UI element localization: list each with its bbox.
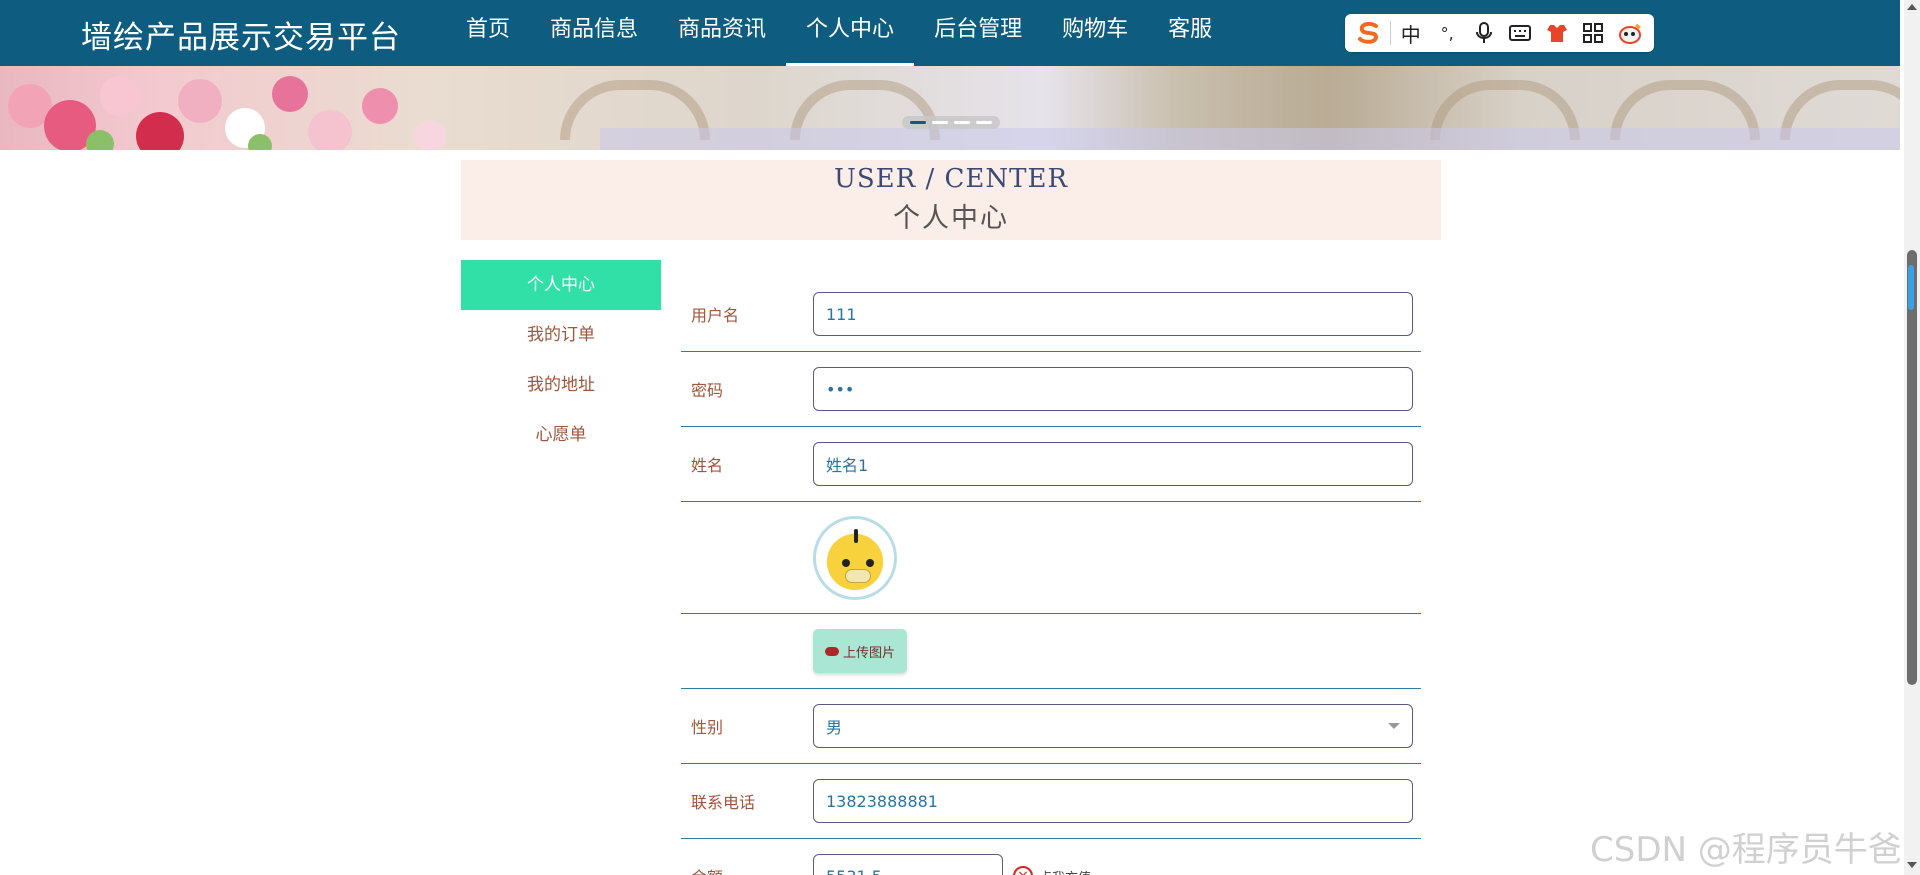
carousel-indicators [902,116,1000,129]
nav-item-admin[interactable]: 后台管理 [914,0,1042,66]
side-menu: 个人中心 我的订单 我的地址 心愿单 [461,260,661,460]
scroll-down-icon[interactable] [1907,862,1917,868]
form-row-name: 姓名 [681,427,1421,502]
form-row-upload: 上传图片 [681,614,1421,689]
phone-label: 联系电话 [691,793,756,812]
nav-item-home[interactable]: 首页 [446,0,530,66]
nav-item-user-center[interactable]: 个人中心 [786,0,915,66]
upload-button-label: 上传图片 [842,645,895,661]
nav-item-news[interactable]: 商品资讯 [658,0,786,66]
username-label: 用户名 [691,306,740,325]
phone-input[interactable] [813,779,1413,823]
scrollbar-highlight [1908,265,1914,310]
balance-input[interactable] [813,854,1003,875]
logo-icon[interactable] [1353,18,1386,48]
main-nav: 首页 商品信息 商品资讯 个人中心 后台管理 购物车 客服 [446,0,1232,66]
toolbar-divider [1389,21,1391,45]
duck-eye [866,558,874,567]
duck-eye [842,558,850,567]
side-item-user-center[interactable]: 个人中心 [461,260,661,310]
cloud-upload-icon [824,646,839,656]
password-input[interactable]: ••• [813,367,1413,411]
gender-value: 男 [826,718,843,737]
side-item-wishlist[interactable]: 心愿单 [461,410,661,460]
profile-form: 用户名 密码 ••• 姓名 上传图片 性别 男 联系电话 [681,277,1421,875]
nav-item-products[interactable]: 商品信息 [530,0,658,66]
upload-image-button[interactable]: 上传图片 [813,629,907,673]
form-row-password: 密码 ••• [681,352,1421,427]
watermark: CSDN @程序员牛爸 [1590,830,1902,870]
form-row-phone: 联系电话 [681,764,1421,839]
name-input[interactable] [813,442,1413,486]
skin-icon[interactable] [1540,18,1573,48]
recharge-button[interactable]: × 点我充值 [1013,866,1091,875]
flowers-image [8,76,446,150]
side-item-address[interactable]: 我的地址 [461,360,661,410]
scrollbar-thumb[interactable] [1907,250,1917,685]
duck-tuft [854,528,858,543]
form-row-gender: 性别 男 [681,689,1421,764]
recharge-label: 点我充值 [1039,867,1091,875]
carousel-dot[interactable] [976,121,992,124]
balance-label: 余额 [681,864,813,875]
side-item-orders[interactable]: 我的订单 [461,310,661,360]
river-water [600,128,1900,150]
avatar [813,515,897,600]
username-input[interactable] [813,292,1413,336]
nav-item-service[interactable]: 客服 [1148,0,1232,66]
name-label: 姓名 [691,456,724,475]
carousel-dot[interactable] [954,121,970,124]
carousel-dot[interactable] [910,121,926,124]
form-row-avatar [681,502,1421,614]
recharge-icon: × [1013,866,1033,875]
banner-carousel[interactable] [0,66,1900,150]
mascot-icon[interactable] [1613,18,1646,48]
microphone-icon[interactable] [1467,18,1500,48]
keyboard-icon[interactable] [1504,18,1537,48]
password-label: 密码 [691,381,724,400]
page-scrollbar[interactable] [1904,0,1920,875]
duck-beak [845,568,871,583]
form-row-username: 用户名 [681,277,1421,352]
gender-select[interactable]: 男 [813,704,1413,748]
scroll-up-icon[interactable] [1907,4,1917,10]
section-title-cn: 个人中心 [893,203,1009,234]
carousel-dot[interactable] [932,121,948,124]
form-row-balance: 余额 × 点我充值 [681,839,1421,875]
punctuation-icon[interactable]: °, [1431,18,1464,48]
apps-grid-icon[interactable] [1577,18,1610,48]
site-title[interactable]: 墙绘产品展示交易平台 [81,12,401,57]
chevron-down-icon [1388,723,1400,729]
chinese-mode-icon[interactable]: 中 [1394,18,1427,48]
nav-item-cart[interactable]: 购物车 [1042,0,1148,66]
section-title-en: USER / CENTER [833,164,1069,194]
gender-label: 性别 [691,718,724,737]
section-header: USER / CENTER 个人中心 [461,160,1441,240]
ime-toolbar: 中 °, [1345,14,1654,52]
